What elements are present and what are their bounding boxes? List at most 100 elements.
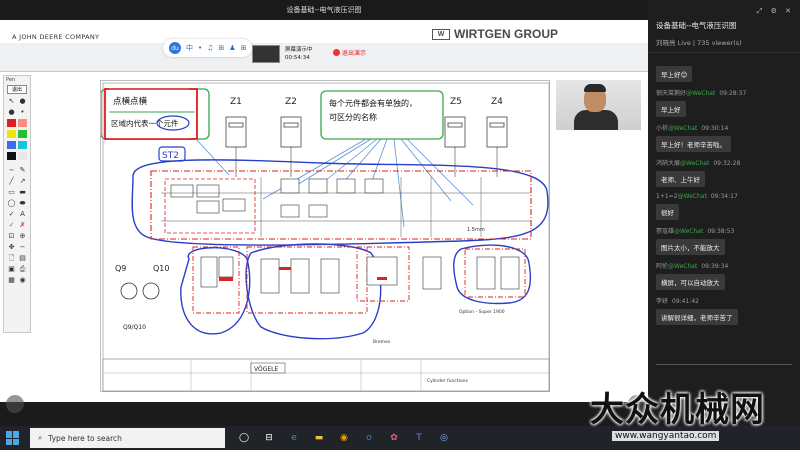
dot-small-icon[interactable]: • [18, 108, 27, 116]
chat-user: 李妍 [656, 298, 669, 305]
label-q9: Q9 [115, 264, 126, 273]
chat-list: 早上好😊 钢天菜鹅好@WeChat 09:28:37 早上好 小祈@WeChat 09:3… [656, 62, 796, 331]
check-green-icon[interactable]: ✓ [7, 221, 16, 229]
search-app-icon[interactable]: ◎ [436, 430, 452, 446]
text-icon[interactable]: A [18, 210, 27, 218]
cross-icon[interactable]: ✗ [18, 221, 27, 229]
circle-icon[interactable]: ● [7, 108, 16, 116]
color-swatch-black[interactable] [7, 152, 16, 160]
input-toolbar[interactable]: du 中 • ♫ ⊞ ♟ ⊞ [163, 39, 253, 57]
chat-message: 1+1=2@WeChat 09:34:17 很好 [656, 193, 796, 220]
save-icon[interactable]: ▣ [7, 265, 16, 273]
presenter-hair [584, 84, 606, 92]
chat-meta: 寥寇雄@WeChat 09:38:53 [656, 226, 796, 235]
pointer-icon[interactable]: ↖ [7, 97, 16, 105]
panel-controls[interactable]: ⤢ ⚙ ✕ [757, 7, 794, 16]
left-nav-handle[interactable] [6, 395, 24, 413]
line-icon[interactable]: ╱ [7, 177, 16, 185]
label-bremse: Bremse [373, 339, 390, 345]
taskbar-search[interactable]: ⌕ Type here to search [30, 428, 225, 448]
chat-user: 寥寇雄 [656, 228, 675, 235]
fill-rect-icon[interactable]: ▬ [18, 188, 27, 196]
chat-user: 鸿鹄大展 [656, 160, 681, 167]
stage-header-band [0, 43, 648, 71]
window-title-bar: 设备基础--电气液压识图 [0, 0, 648, 20]
wirtgen-logo-text: WIRTGEN GROUP [454, 27, 558, 41]
stop-share-button[interactable]: 退出演示 [333, 48, 366, 57]
image-icon[interactable]: ▦ [7, 276, 16, 284]
label-cylinder-functions: Cylinder functions [427, 378, 468, 384]
check-icon[interactable]: ✓ [7, 210, 16, 218]
chat-source: @WeChat [686, 90, 716, 97]
search-icon: ⌕ [38, 433, 43, 442]
color-swatch-yellow[interactable] [7, 130, 16, 138]
teams-icon[interactable]: T [411, 430, 427, 446]
task-view-icon[interactable]: ◯ [236, 430, 252, 446]
color-swatch-red[interactable] [7, 119, 16, 127]
edge-icon[interactable]: e [286, 430, 302, 446]
arrow-icon[interactable]: ↗ [18, 177, 27, 185]
chat-user: 小祈 [656, 125, 669, 132]
chat-message: 李妍 09:41:42 讲解很详细，老师辛苦了 [656, 296, 796, 325]
task-switch-icon[interactable]: ⊟ [261, 430, 277, 446]
fill-ellipse-icon[interactable]: ⬬ [18, 199, 27, 207]
clear-icon[interactable]: ◉ [18, 276, 27, 284]
share-label: 屏幕演示中 [285, 47, 313, 53]
share-timer: 00:54:34 [285, 55, 310, 61]
language-toggle[interactable]: 中 [186, 43, 193, 53]
dot-icon[interactable]: ● [18, 97, 27, 105]
rectangle-icon[interactable]: ▭ [7, 188, 16, 196]
file-explorer-icon[interactable]: ▬ [311, 430, 327, 446]
color-swatch-green[interactable] [18, 130, 27, 138]
label-z1: Z1 [230, 97, 242, 107]
chat-message: 鸿鹄大展@WeChat 09:32:28 老师、上午好 [656, 158, 796, 187]
color-swatch-pink[interactable] [18, 119, 27, 127]
pen-icon[interactable]: ✎ [18, 166, 27, 174]
du-logo-icon[interactable]: du [169, 42, 181, 54]
note-left-line1: 点横点横 [113, 96, 148, 107]
print-icon[interactable]: ⎙ [18, 265, 27, 273]
chat-bubble: 早上好！老师辛苦啦。 [656, 136, 731, 152]
chat-meta: 阿伦@WeChat 09:39:34 [656, 261, 796, 270]
chrome-icon[interactable]: ◉ [336, 430, 352, 446]
chat-meta: 钢天菜鹅好@WeChat 09:28:37 [656, 88, 796, 97]
chat-message: 阿伦@WeChat 09:39:34 横屏，可以自动放大 [656, 261, 796, 290]
minus-icon[interactable]: − [18, 243, 27, 251]
freehand-icon[interactable]: ∼ [7, 166, 16, 174]
chat-input[interactable] [656, 352, 792, 365]
outlook-icon[interactable]: o [361, 430, 377, 446]
new-page-icon[interactable]: 🗋 [7, 254, 16, 262]
keyboard-icon[interactable]: ⊞ [218, 44, 224, 52]
chat-bubble: 早上好 [656, 101, 686, 117]
stage-header-divider [0, 71, 648, 72]
color-swatch-blue[interactable] [7, 141, 16, 149]
chat-time: 09:30:14 [701, 125, 729, 132]
chat-bubble: 老师、上午好 [656, 171, 705, 187]
tools-exit-button[interactable]: 退出 [7, 85, 27, 94]
chat-meta: 小祈@WeChat 09:30:14 [656, 123, 796, 132]
wirtgen-w-icon: W [432, 28, 450, 40]
label-z2: Z2 [285, 97, 297, 107]
zoom-icon[interactable]: ⊕ [18, 232, 27, 240]
open-icon[interactable]: ▤ [18, 254, 27, 262]
label-vogele: VÖGELE [254, 366, 279, 373]
chat-message: 小祈@WeChat 09:30:14 早上好！老师辛苦啦。 [656, 123, 796, 152]
chat-meta: 1+1=2@WeChat 09:34:17 [656, 193, 796, 200]
note-left-line2: 区域内代表一个元件 [111, 118, 179, 128]
color-swatch-white[interactable] [18, 152, 27, 160]
grid-icon[interactable]: ⊞ [241, 44, 247, 52]
note-right-line2: 可区分的名称 [329, 112, 377, 122]
screen: 设备基础--电气液压识图 A JOHN DEERE COMPANY W WIRT… [0, 0, 800, 450]
move-icon[interactable]: ✥ [7, 243, 16, 251]
chat-user: 1+1=2 [656, 193, 678, 200]
ellipse-icon[interactable]: ◯ [7, 199, 16, 207]
select-icon[interactable]: ⊡ [7, 232, 16, 240]
live-chat-panel: ⤢ ⚙ ✕ 设备基础--电气液压识图 刘晓亮 Live | 735 viewer… [648, 0, 800, 426]
drawing-tools-palette: Pen 退出 ↖ ● ● • ∼ ✎ ╱ ↗ ▭ ▬ ◯ ⬬ ✓ A ✓ ✗ ⊡ ⊕ ✥ − 🗋… [3, 75, 31, 333]
windows-start-icon[interactable] [6, 431, 20, 445]
paint-icon[interactable]: ✿ [386, 430, 402, 446]
punctuation-icon[interactable]: • [198, 44, 202, 52]
color-swatch-cyan[interactable] [18, 141, 27, 149]
voice-icon[interactable]: ♫ [207, 44, 213, 52]
user-icon[interactable]: ♟ [229, 44, 235, 52]
